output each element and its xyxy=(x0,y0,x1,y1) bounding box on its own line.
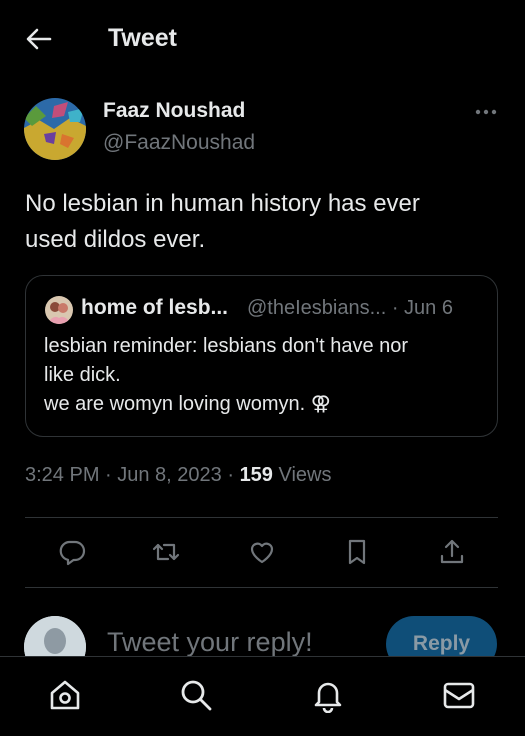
tweet-text: No lesbian in human history has ever use… xyxy=(25,186,495,258)
quoted-tweet[interactable]: home of lesb... @theIesbians... · Jun 6 … xyxy=(25,275,498,437)
views-label: Views xyxy=(272,464,332,486)
quoted-author-avatar xyxy=(45,296,73,324)
top-bar: Tweet xyxy=(0,0,525,78)
reply-button[interactable]: Reply xyxy=(386,616,497,656)
share-icon[interactable] xyxy=(436,536,468,568)
page-title: Tweet xyxy=(108,24,177,52)
author-name[interactable]: Faaz Noushad xyxy=(103,99,245,123)
search-icon[interactable] xyxy=(178,677,214,713)
author-handle[interactable]: @FaazNoushad xyxy=(103,131,255,155)
reply-icon[interactable] xyxy=(56,536,88,568)
bookmark-icon[interactable] xyxy=(341,536,373,568)
quoted-line: we are womyn loving womyn. ⚢ xyxy=(44,393,331,415)
retweet-icon[interactable] xyxy=(150,536,182,568)
quoted-line: like dick. xyxy=(44,364,121,386)
tweet-line: used dildos ever. xyxy=(25,226,206,253)
reply-composer: Tweet your reply! Reply xyxy=(0,600,525,656)
messages-icon[interactable] xyxy=(441,677,477,713)
tweet-actions xyxy=(0,520,525,584)
tweet-metadata: 3:24 PM · Jun 8, 2023 · 159 Views xyxy=(25,464,331,487)
divider xyxy=(25,517,498,518)
divider xyxy=(25,587,498,588)
quoted-author-meta: @theIesbians... · Jun 6 xyxy=(247,297,453,319)
tweet-timestamp[interactable]: 3:24 PM · Jun 8, 2023 · xyxy=(25,464,240,486)
author-avatar[interactable] xyxy=(24,98,86,160)
like-icon[interactable] xyxy=(246,536,278,568)
reply-input[interactable]: Tweet your reply! xyxy=(107,627,313,656)
views-count: 159 xyxy=(239,464,273,486)
back-arrow-icon[interactable] xyxy=(22,22,56,56)
current-user-avatar xyxy=(24,616,86,656)
notifications-icon[interactable] xyxy=(310,677,346,714)
quoted-author-name: home of lesb... xyxy=(81,296,229,319)
tweet-line: No lesbian in human history has ever xyxy=(25,190,420,217)
quoted-tweet-text: lesbian reminder: lesbians don't have no… xyxy=(44,332,484,419)
quoted-line: lesbian reminder: lesbians don't have no… xyxy=(44,335,409,357)
home-icon[interactable] xyxy=(47,677,83,713)
bottom-nav xyxy=(0,656,525,736)
more-options-icon[interactable] xyxy=(470,100,502,124)
